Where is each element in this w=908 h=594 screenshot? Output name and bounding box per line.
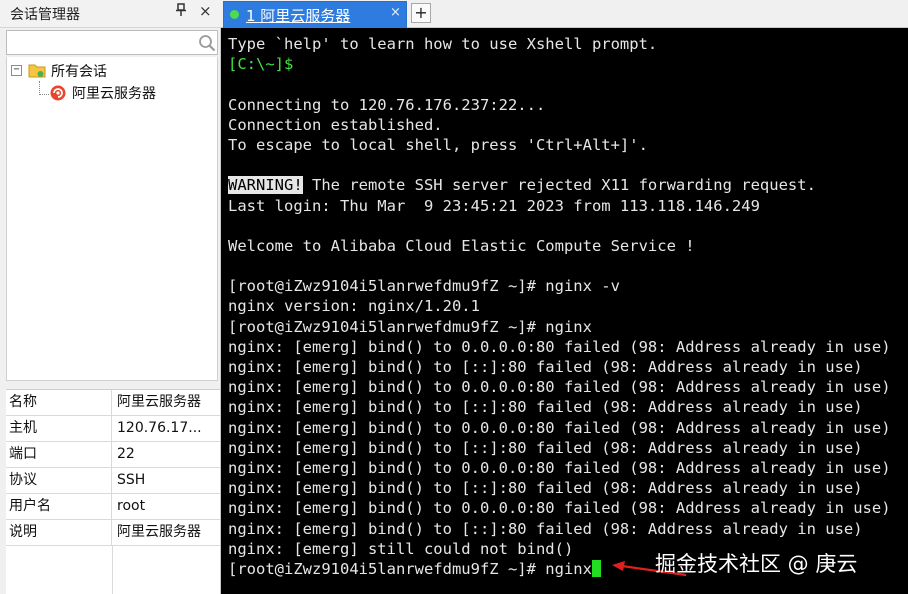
property-value: 阿里云服务器 [117, 394, 201, 410]
terminal-line: [root@iZwz9104i5lanrwefdmu9fZ ~]# nginx [228, 317, 592, 336]
tree-item-label: 所有会话 [51, 64, 107, 80]
tab-label: 1 阿里云服务器 [246, 7, 351, 25]
property-row-host: 主机 120.76.17... [6, 416, 220, 442]
terminal-line: Last login: Thu Mar 9 23:45:21 2023 from… [228, 196, 760, 215]
search-icon[interactable] [198, 34, 216, 52]
search-input[interactable] [9, 33, 194, 52]
terminal-line: nginx: [emerg] bind() to [::]:80 failed … [228, 479, 863, 498]
warning-highlight: WARNING! [228, 176, 303, 195]
session-manager-panel: 会话管理器 × − 所有会话 阿里云服务器 名称 阿里云服务器 主机 120.7… [0, 0, 221, 594]
terminal-line: nginx: [emerg] bind() to 0.0.0.0:80 fail… [228, 499, 891, 518]
property-value: SSH [117, 472, 146, 488]
session-manager-title: 会话管理器 [10, 7, 80, 23]
terminal-line: Type `help' to learn how to use Xshell p… [228, 35, 658, 53]
property-key: 主机 [6, 416, 112, 441]
property-value: 22 [117, 446, 135, 462]
terminal-line: [C:\~]$ [228, 55, 294, 74]
terminal-line: nginx: [emerg] bind() to [::]:80 failed … [228, 398, 863, 417]
terminal-line: nginx: [emerg] bind() to 0.0.0.0:80 fail… [228, 418, 891, 437]
session-icon [49, 84, 67, 102]
property-row-username: 用户名 root [6, 494, 220, 520]
properties-table: 名称 阿里云服务器 主机 120.76.17... 端口 22 协议 SSH 用… [6, 389, 220, 594]
terminal-line: Connecting to 120.76.176.237:22... [228, 95, 546, 114]
property-key: 说明 [6, 520, 112, 545]
terminal-line: nginx: [emerg] bind() to [::]:80 failed … [228, 438, 863, 457]
terminal-line: nginx: [emerg] bind() to 0.0.0.0:80 fail… [228, 378, 891, 397]
tab-aliyun-server[interactable]: 1 阿里云服务器 × [223, 1, 407, 28]
collapse-icon[interactable]: − [11, 65, 22, 76]
terminal-line: Welcome to Alibaba Cloud Elastic Compute… [228, 236, 695, 255]
terminal-line: nginx: [emerg] bind() to 0.0.0.0:80 fail… [228, 337, 891, 356]
terminal-line: nginx: [emerg] bind() to 0.0.0.0:80 fail… [228, 458, 891, 477]
terminal-line: nginx: [emerg] bind() to [::]:80 failed … [228, 519, 863, 538]
property-value: 120.76.17... [117, 420, 202, 436]
close-icon[interactable]: × [199, 2, 212, 20]
session-tree: − 所有会话 阿里云服务器 [6, 57, 218, 381]
tree-item-label: 阿里云服务器 [72, 86, 156, 102]
search-box [6, 30, 218, 55]
property-row-description: 说明 阿里云服务器 [6, 520, 220, 546]
property-row-port: 端口 22 [6, 442, 220, 468]
property-row-name: 名称 阿里云服务器 [6, 390, 220, 416]
terminal[interactable]: Type `help' to learn how to use Xshell p… [221, 28, 908, 594]
folder-icon [28, 62, 46, 79]
tree-connector [39, 81, 49, 95]
tab-bar: 1 阿里云服务器 × + [221, 0, 908, 28]
property-key: 端口 [6, 442, 112, 467]
connection-status-icon [230, 10, 239, 19]
terminal-line: nginx: [emerg] bind() to [::]:80 failed … [228, 358, 863, 376]
property-key: 名称 [6, 390, 112, 415]
session-manager-header: 会话管理器 × [0, 0, 221, 28]
terminal-line: To escape to local shell, press 'Ctrl+Al… [228, 135, 648, 154]
property-key: 协议 [6, 468, 112, 493]
property-value: 阿里云服务器 [117, 524, 201, 540]
column-divider [112, 546, 113, 594]
property-value: root [117, 498, 146, 514]
watermark: 掘金技术社区 @ 庚云 [655, 552, 858, 576]
new-tab-button[interactable]: + [411, 3, 431, 23]
terminal-line: [root@iZwz9104i5lanrwefdmu9fZ ~]# nginx … [228, 277, 620, 296]
pin-icon[interactable] [176, 3, 186, 21]
tab-close-icon[interactable]: × [390, 5, 401, 20]
property-row-protocol: 协议 SSH [6, 468, 220, 494]
terminal-line: WARNING! The remote SSH server rejected … [228, 176, 816, 195]
property-key: 用户名 [6, 494, 112, 519]
terminal-cursor [591, 559, 601, 577]
terminal-line: Connection established. [228, 115, 443, 134]
terminal-output: Type `help' to learn how to use Xshell p… [228, 34, 891, 579]
terminal-line: nginx version: nginx/1.20.1 [228, 297, 480, 316]
